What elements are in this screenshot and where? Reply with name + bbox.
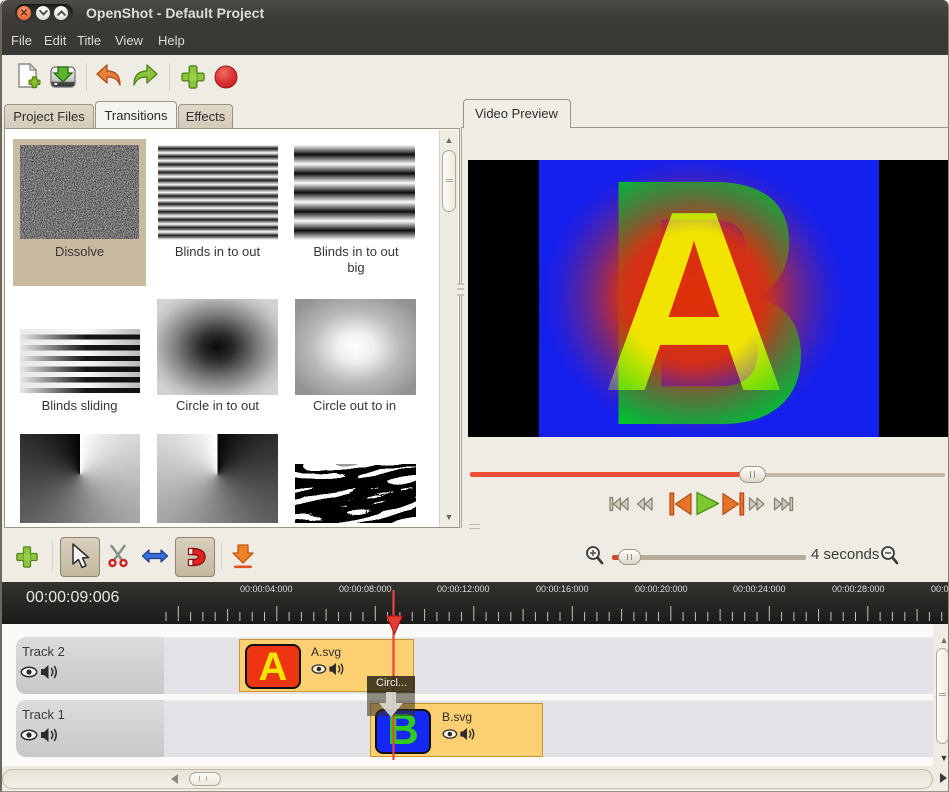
svg-text:A: A	[601, 160, 787, 437]
